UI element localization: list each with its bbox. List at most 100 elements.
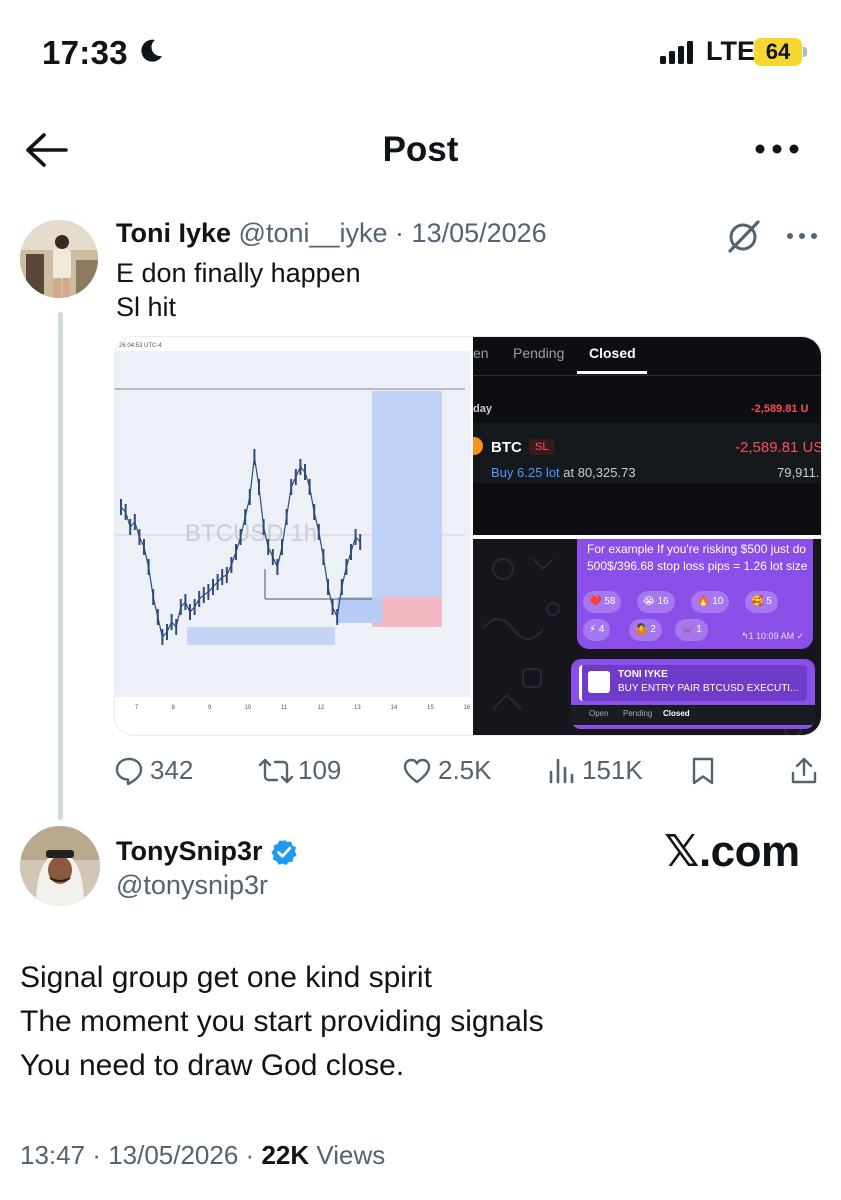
candle — [294, 469, 297, 485]
trade-entry: at 80,325.73 — [559, 465, 636, 480]
reply-quote: TONI IYKE BUY ENTRY PAIR BTCUSD EXECUTI.… — [579, 665, 807, 701]
views-count: 151K — [582, 755, 643, 785]
candle — [267, 539, 270, 555]
candle — [129, 519, 132, 535]
post-date[interactable]: 13/05/2026 — [108, 1140, 238, 1170]
candle — [340, 579, 343, 595]
candle — [221, 569, 224, 585]
avatar[interactable] — [20, 220, 98, 298]
repost-button[interactable]: 109 — [258, 752, 368, 788]
candle — [331, 599, 334, 615]
post-text-line: Signal group get one kind spirit — [20, 961, 432, 994]
post-text: E don finally happen Sl hit — [116, 256, 361, 324]
views-label: Views — [309, 1140, 386, 1170]
reply-author: TONI IYKE — [618, 669, 668, 680]
verified-badge-icon — [271, 839, 297, 865]
candle — [207, 584, 210, 600]
divider — [473, 375, 821, 376]
chat-screenshot[interactable]: For example If you're risking $500 just … — [473, 539, 821, 735]
chat-time: ↰1 10:09 AM ✓ — [741, 631, 805, 641]
candle — [336, 609, 339, 625]
candle — [212, 579, 214, 595]
reply-tab-open: Open — [589, 709, 609, 718]
chart-x-label: 16 — [464, 705, 471, 711]
share-icon — [791, 757, 817, 784]
views-count: 22K — [261, 1140, 310, 1170]
candle — [327, 579, 329, 595]
candle — [350, 544, 352, 560]
trades-screenshot[interactable]: en Pending Closed day -2,589.81 U BTC SL… — [473, 337, 822, 535]
candle — [179, 599, 182, 615]
chart-x-label: 15 — [427, 705, 434, 711]
reaction-crying: 😭 16 — [637, 591, 675, 613]
chart-image[interactable]: 26 04:53 UTC-4 BTCUSD 1h 7 8 9 10 11 12 13 14 15… — [115, 337, 471, 735]
candle — [322, 549, 325, 565]
chart-watermark: BTCUSD 1h — [185, 520, 317, 547]
candle — [230, 557, 233, 573]
post-date[interactable]: 13/05/2026 — [412, 218, 547, 248]
trade-symbol: BTC — [491, 439, 522, 456]
chart-x-label: 12 — [318, 705, 325, 711]
media-grid[interactable]: 26 04:53 UTC-4 BTCUSD 1h 7 8 9 10 11 12 13 14 15… — [114, 336, 822, 736]
day-total: -2,589.81 U — [751, 403, 809, 415]
more-horizontal-icon[interactable] — [782, 224, 822, 248]
post-text: Signal group get one kind spirit The mom… — [20, 956, 544, 1088]
post-time[interactable]: 13:47 — [20, 1140, 85, 1170]
reaction-heart: ❤️ 58 — [583, 591, 622, 613]
grok-icon[interactable] — [724, 216, 764, 256]
post-text-line: Sl hit — [116, 292, 177, 322]
candle — [198, 591, 201, 607]
candle — [290, 479, 293, 495]
candle — [262, 519, 265, 535]
bookmark-button[interactable] — [690, 752, 720, 788]
tab-pending: Pending — [513, 345, 565, 361]
network-label: LTE — [706, 36, 755, 66]
candle — [225, 567, 228, 583]
like-button[interactable]: 2.5K — [402, 752, 512, 788]
author-name[interactable]: Toni Iyke — [116, 218, 231, 248]
author-handle[interactable]: @toni__iyke — [239, 218, 388, 248]
reply-message: TONI IYKE BUY ENTRY PAIR BTCUSD EXECUTI.… — [571, 659, 815, 729]
candle — [276, 559, 279, 575]
candle — [166, 624, 168, 640]
chat-message: For example If you're risking $500 just … — [577, 539, 813, 649]
share-button[interactable] — [790, 752, 820, 788]
post-text-line: You need to draw God close. — [20, 1049, 405, 1082]
trade-detail: Buy 6.25 lot at 80,325.73 — [491, 465, 636, 480]
candle — [193, 599, 196, 615]
reply-tab-pending: Pending — [623, 709, 653, 718]
signal-icon — [660, 41, 693, 64]
candle — [359, 534, 362, 550]
views-button[interactable]: 151K — [548, 752, 658, 788]
candle — [244, 509, 247, 525]
page-title: Post — [382, 130, 459, 169]
candle — [120, 499, 122, 515]
separator: · — [85, 1140, 109, 1170]
author-handle[interactable]: @tonysnip3r — [116, 870, 268, 901]
more-horizontal-icon[interactable] — [752, 136, 802, 162]
trade-pnl: -2,589.81 US — [735, 439, 822, 456]
chart-header: 26 04:53 UTC-4 — [119, 343, 162, 349]
views-icon — [549, 758, 574, 784]
separator: · — [238, 1140, 262, 1170]
candle — [281, 539, 283, 555]
reaction-fire: 🔥 10 — [691, 591, 730, 613]
candle — [184, 594, 187, 610]
candle — [156, 609, 159, 625]
candle — [161, 629, 164, 645]
candle — [345, 559, 348, 575]
status-bar: 17:33 LTE 64 — [0, 0, 841, 100]
candle — [299, 459, 302, 475]
bookmark-icon — [692, 757, 714, 785]
chart-x-label: 11 — [281, 705, 288, 711]
candle — [189, 604, 191, 620]
separator: · — [387, 218, 412, 248]
reply-icon — [115, 757, 143, 786]
candle — [152, 589, 155, 605]
reply-button[interactable]: 342 — [114, 752, 214, 788]
author-name[interactable]: TonySnip3r — [116, 836, 263, 867]
candle — [313, 504, 316, 520]
reaction-shrug: 🤷 2 — [629, 619, 662, 641]
avatar[interactable] — [20, 826, 100, 906]
trade-close-price: 79,911. — [777, 465, 820, 480]
